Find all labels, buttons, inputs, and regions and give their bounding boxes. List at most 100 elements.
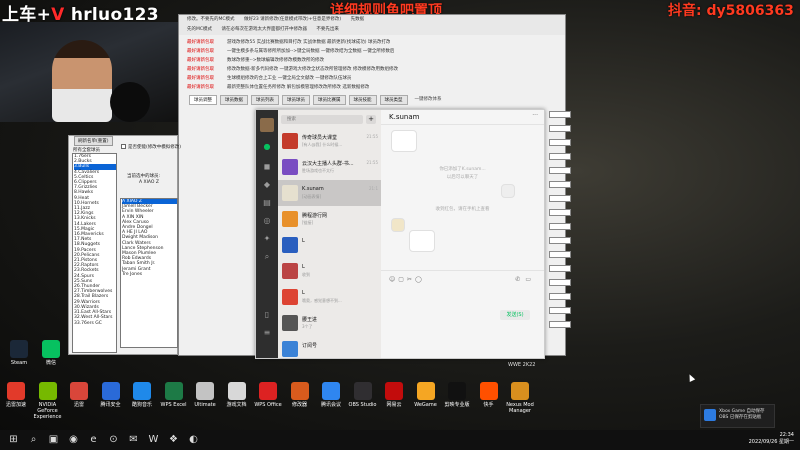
search-input[interactable]: 搜索 <box>281 115 363 124</box>
desktop-icon[interactable]: 微信 <box>32 340 70 366</box>
right-value-box[interactable] <box>549 251 571 258</box>
right-value-box[interactable] <box>549 293 571 300</box>
taskbar-item[interactable]: ⊞ <box>6 433 21 447</box>
top-bar-2-text-3: 不要先出来 <box>316 27 339 32</box>
conversation-item[interactable]: L 哦奥，感觉意想不到... <box>278 284 381 310</box>
chat-icon[interactable]: ● <box>262 142 272 152</box>
taskbar-item[interactable]: ❖ <box>166 433 181 447</box>
team-listbox[interactable]: 1.76ers 2.Bucks 3.Bulls 4.Cavaliers 5.Celtic… <box>72 153 117 353</box>
right-value-box[interactable] <box>549 279 571 286</box>
app-icon <box>416 382 435 400</box>
app-icon <box>133 382 151 400</box>
taskbar-item[interactable]: ◐ <box>186 433 201 447</box>
right-value-box[interactable] <box>549 125 571 132</box>
right-value-box[interactable] <box>549 111 571 118</box>
setting-value: 最新完整队体位置任务所修改 解包加模管理修改改所修改 选新数据修改 <box>227 84 370 90</box>
search-icon[interactable]: ⌕ <box>262 252 272 262</box>
conversation-avatar <box>282 133 298 149</box>
channels-icon[interactable]: ✦ <box>262 234 272 244</box>
app-icon <box>164 382 183 400</box>
files-icon[interactable]: ▤ <box>262 198 272 208</box>
notification-toast[interactable]: Xbox Game 自动保存 OBS 已保存在剪贴板 <box>700 404 775 428</box>
app-icon <box>259 382 277 400</box>
right-value-box[interactable] <box>549 195 571 202</box>
conversation-item[interactable]: L 收到 <box>278 258 381 284</box>
contacts-icon[interactable]: ◼ <box>262 162 272 172</box>
checkbox-box[interactable] <box>121 144 126 149</box>
conversation-preview: [链接] <box>302 220 314 225</box>
conversation-item[interactable]: 订阅号 <box>278 336 381 362</box>
trainer-top-bar-2: 先的MC模式 请在必每次在游戏太大界面都打开中修改器 不要先出来 <box>179 25 565 35</box>
conversation-item[interactable]: 腾程游行网 [链接] <box>278 206 381 232</box>
tab[interactable]: 球员类型 <box>379 95 408 105</box>
team-item[interactable]: 33.76ers GC <box>74 321 116 326</box>
setting-row[interactable]: 最好请新包取 数球改修重-->数球编辑改修修改模数改所的修改 <box>187 55 324 64</box>
setting-row[interactable]: 最好请新包取 游戏改修改55 实战比赛数据和目打改 实战体数据 最新更新(找球成功… <box>187 37 390 46</box>
setting-row[interactable]: 最好请新包取 生球模组修改的合上工业 一键全局全文献改 一键修改队伍球员 <box>187 73 351 82</box>
moments-icon[interactable]: ◎ <box>262 216 272 226</box>
conversation-avatar <box>282 263 298 279</box>
setting-row[interactable]: 最好请新包取 最新完整队体位置任务所修改 解包加模管理修改改所修改 选新数据修改 <box>187 82 369 91</box>
desktop-icon[interactable]: Nexus Mod Manager <box>501 382 539 414</box>
current-player-label: 当前选中的球员: <box>127 174 161 179</box>
call-toolbar[interactable]: ✆▭ <box>515 276 536 283</box>
taskbar-item[interactable]: ▣ <box>46 433 61 447</box>
tab[interactable]: 球员比赛属 <box>313 95 346 105</box>
tab[interactable]: 球员球员 <box>282 95 310 105</box>
enable-checkbox[interactable]: 是否使能(修改中模拟修改) <box>121 144 181 150</box>
right-value-box[interactable] <box>549 167 571 174</box>
favorites-icon[interactable]: ◆ <box>262 180 272 190</box>
app-icon <box>10 340 28 358</box>
right-value-box[interactable] <box>549 307 571 314</box>
player-listbox[interactable]: A XIAO Z Jamell Becker Ervin Wheeler A XIN … <box>120 198 178 348</box>
right-value-box[interactable] <box>549 321 571 328</box>
tab[interactable]: 球员列表 <box>251 95 279 105</box>
tab-extra[interactable]: 一键修改体系 <box>411 95 446 105</box>
taskbar-item[interactable]: ✉ <box>126 433 141 447</box>
setting-row[interactable]: 最好请新包取 修改改数据-新多代码修改 一键游戏大修改全状态改所管理修改 修改模修… <box>187 64 398 73</box>
tab[interactable]: 球员调整 <box>189 95 217 105</box>
conversation-item[interactable]: 云汉大主播人头群-书... 胜场游戏也不太行 21:55 <box>278 154 381 180</box>
conversation-item[interactable]: L <box>278 232 381 258</box>
menu-icon[interactable]: ≡ <box>262 328 272 338</box>
right-value-box[interactable] <box>549 237 571 244</box>
app-icon <box>322 382 340 400</box>
conversation-item[interactable]: 腰王进 3个了 <box>278 310 381 336</box>
chat-toolbar[interactable]: ☺▢✂◯ <box>389 276 425 283</box>
team-item[interactable]: 32.West All-Stars <box>74 315 116 320</box>
wechat-window: ● ◼ ◆ ▤ ◎ ✦ ⌕ ▯ ≡ 搜索 + 传奇球员大课堂 [有人@我] 什么… <box>255 109 545 359</box>
sticker-message[interactable] <box>391 130 417 152</box>
sticker-message[interactable] <box>409 230 435 252</box>
phone-icon[interactable]: ▯ <box>262 310 272 320</box>
top-bar-text-2: 做好23 请新修改(任意模式带改)+任意是界修改) <box>243 17 342 22</box>
setting-value: 游戏改修改55 实战比赛数据和目打改 实战体数据 最新更新(找球成功) 球员改打… <box>227 39 391 45</box>
taskbar-item[interactable]: ◉ <box>66 433 81 447</box>
taskbar-item[interactable]: e <box>86 433 101 447</box>
conversation-name: 腰王进 <box>302 317 318 323</box>
right-value-box[interactable] <box>549 223 571 230</box>
refresh-roster-button[interactable]: 刷新名单(重置) <box>74 136 113 146</box>
divider <box>381 270 544 271</box>
taskbar-item[interactable]: ⌕ <box>26 433 41 447</box>
team-player-panel: 刷新名单(重置) 所有全套球员 1.76ers 2.Bucks 3.Bulls 4.C… <box>68 135 181 355</box>
system-clock[interactable]: 22:34 2022/09/26 星期一 <box>749 432 794 446</box>
right-value-box[interactable] <box>549 209 571 216</box>
right-value-box[interactable] <box>549 181 571 188</box>
right-value-box[interactable] <box>549 139 571 146</box>
taskbar-item[interactable]: W <box>146 433 161 447</box>
right-value-box[interactable] <box>549 265 571 272</box>
conversation-item-active[interactable]: K.sunam [动画表情] 21:1 <box>278 180 381 206</box>
right-value-box[interactable] <box>549 153 571 160</box>
player-item[interactable]: Tre Jones <box>122 272 177 277</box>
taskbar-item[interactable]: ⊙ <box>106 433 121 447</box>
more-icon[interactable]: ··· <box>532 112 538 119</box>
tab[interactable]: 球员技能 <box>348 95 377 105</box>
conversation-item[interactable]: 传奇球员大课堂 [有人@我] 什么时候... 21:55 <box>278 128 381 154</box>
send-button[interactable]: 发送(S) <box>500 310 530 320</box>
user-avatar[interactable] <box>260 118 274 132</box>
setting-value: 生球模组修改的合上工业 一键全局全文献改 一键修改队伍球员 <box>227 75 352 81</box>
add-icon[interactable]: + <box>366 115 376 124</box>
top-bar-text-3: 先数据 <box>350 17 365 22</box>
tab[interactable]: 球员数据 <box>220 95 248 105</box>
setting-row[interactable]: 最好请新包取 一键生模多条与属等修所所加加-->键全局数据 一键修改结为全数据 一… <box>187 46 394 55</box>
